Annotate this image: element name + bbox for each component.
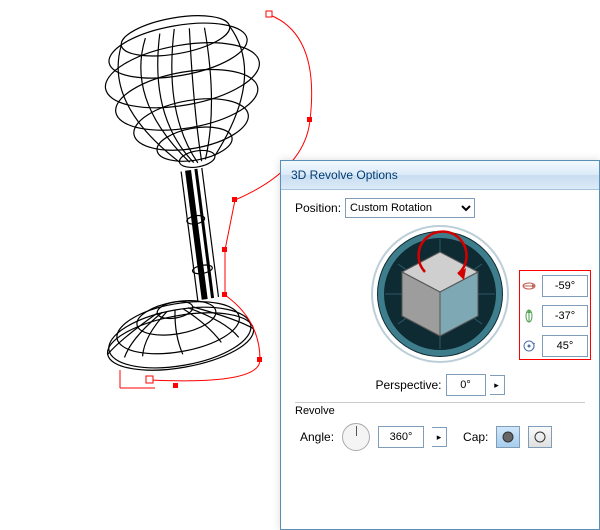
cap-label: Cap: (463, 430, 488, 444)
angle-knob[interactable] (342, 423, 370, 451)
cap-on-icon (501, 430, 515, 444)
z-axis-icon (522, 339, 536, 353)
cap-on-button[interactable] (496, 426, 520, 448)
perspective-input[interactable] (446, 374, 486, 396)
y-rotation-input[interactable] (542, 305, 588, 327)
cap-off-button[interactable] (528, 426, 552, 448)
angle-menu-button[interactable]: ▸ (432, 427, 447, 447)
rotation-cube-widget[interactable] (370, 224, 510, 364)
perspective-menu-button[interactable]: ▸ (490, 375, 505, 395)
perspective-label: Perspective: (375, 378, 441, 392)
dialog-title: 3D Revolve Options (281, 161, 599, 190)
x-rotation-input[interactable] (542, 275, 588, 297)
revolve-section-label: Revolve (295, 405, 585, 417)
rotation-inputs-group (519, 270, 591, 360)
cap-off-icon (533, 430, 547, 444)
y-axis-icon (522, 309, 536, 323)
position-select[interactable]: Custom Rotation (345, 198, 475, 218)
angle-label: Angle: (300, 430, 334, 444)
z-rotation-input[interactable] (542, 335, 588, 357)
position-label: Position: (295, 201, 341, 215)
x-axis-icon (522, 279, 536, 293)
revolve-options-dialog: 3D Revolve Options Position: Custom Rota… (280, 160, 600, 530)
angle-input[interactable] (378, 426, 424, 448)
